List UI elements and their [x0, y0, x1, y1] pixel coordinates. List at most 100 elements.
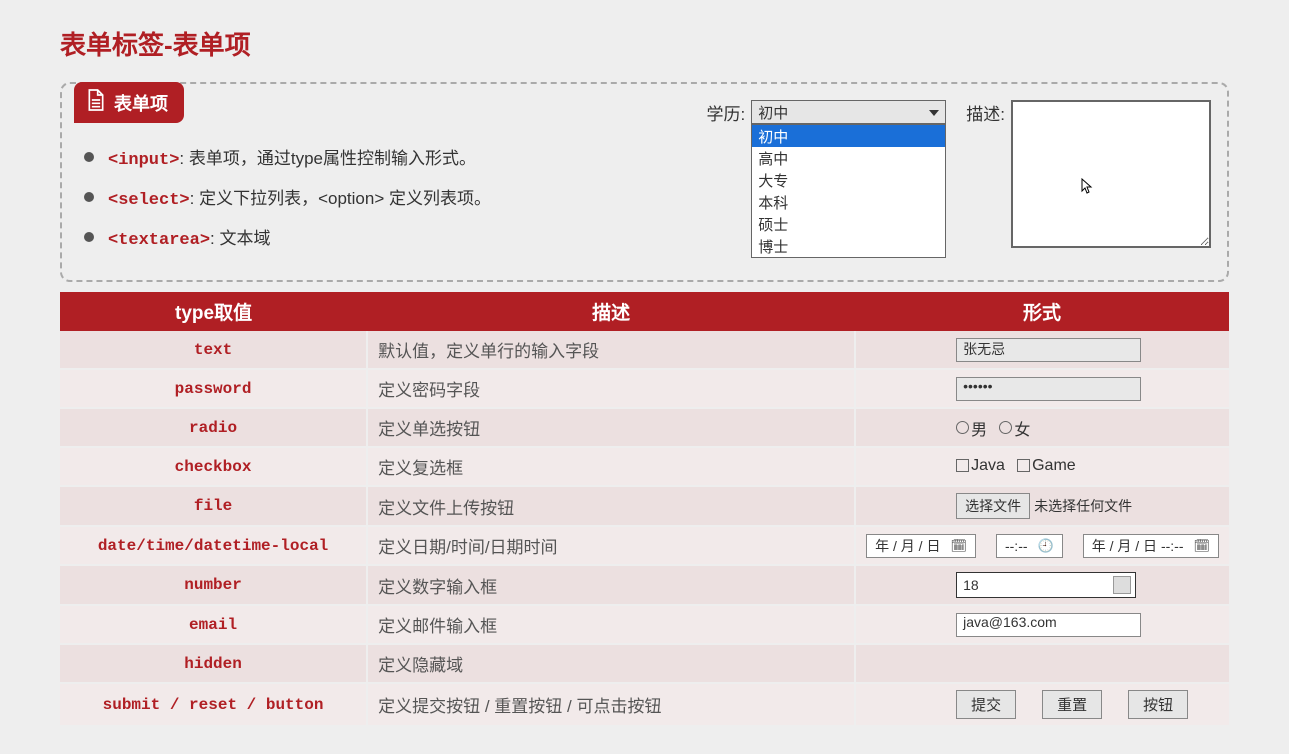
- datetime-input[interactable]: 年 / 月 / 日 --:--🗓: [1083, 534, 1219, 558]
- type-value: radio: [60, 408, 367, 447]
- checkbox-icon: [956, 459, 969, 472]
- page-title: 表单标签-表单项: [60, 25, 1229, 62]
- table-header-row: type取值 描述 形式: [60, 292, 1229, 331]
- info-panel: 表单项 <input>: 表单项，通过type属性控制输入形式。 <select…: [60, 82, 1229, 282]
- text-input[interactable]: 张无忌: [956, 338, 1141, 362]
- bullet-icon: [84, 152, 94, 162]
- types-table: type取值 描述 形式 text 默认值，定义单行的输入字段 张无忌 pass…: [60, 292, 1229, 727]
- type-value: text: [60, 331, 367, 369]
- dropdown-option[interactable]: 本科: [752, 191, 945, 213]
- type-value: email: [60, 605, 367, 644]
- calendar-icon: 🗓: [950, 538, 967, 554]
- type-sample: ••••••: [855, 369, 1229, 408]
- education-field: 学历: 初中 初中 高中 大专 本科 硕士 博士: [707, 100, 947, 125]
- table-row: password 定义密码字段 ••••••: [60, 369, 1229, 408]
- type-desc: 定义文件上传按钮: [367, 486, 855, 526]
- clock-icon: 🕘: [1038, 538, 1054, 554]
- table-row: number 定义数字输入框 18: [60, 565, 1229, 605]
- type-value: file: [60, 486, 367, 526]
- radio-option[interactable]: 女: [999, 416, 1030, 440]
- file-choose-button[interactable]: 选择文件: [956, 493, 1030, 519]
- radio-option[interactable]: 男: [956, 416, 987, 440]
- generic-button[interactable]: 按钮: [1128, 690, 1188, 719]
- type-value: password: [60, 369, 367, 408]
- list-item: <select>: 定义下拉列表，<option> 定义列表项。: [84, 184, 681, 210]
- type-sample: 提交 重置 按钮: [855, 683, 1229, 726]
- dropdown-option[interactable]: 博士: [752, 235, 945, 257]
- col-type: type取值: [60, 292, 367, 331]
- list-item: <input>: 表单项，通过type属性控制输入形式。: [84, 144, 681, 170]
- type-sample: 男 女: [855, 408, 1229, 447]
- checkbox-option[interactable]: Java: [956, 457, 1005, 475]
- checkbox-icon: [1017, 459, 1030, 472]
- bullet-icon: [84, 192, 94, 202]
- type-value: submit / reset / button: [60, 683, 367, 726]
- number-input[interactable]: 18: [956, 572, 1136, 598]
- submit-button[interactable]: 提交: [956, 690, 1016, 719]
- type-sample: 18: [855, 565, 1229, 605]
- dropdown-option[interactable]: 大专: [752, 169, 945, 191]
- table-row: email 定义邮件输入框 java@163.com: [60, 605, 1229, 644]
- type-desc: 默认值，定义单行的输入字段: [367, 331, 855, 369]
- list-item: <textarea>: 文本域: [84, 224, 681, 250]
- radio-icon: [956, 421, 969, 434]
- type-value: checkbox: [60, 447, 367, 486]
- description-textarea[interactable]: [1011, 100, 1211, 248]
- table-row: text 默认值，定义单行的输入字段 张无忌: [60, 331, 1229, 369]
- reset-button[interactable]: 重置: [1042, 690, 1102, 719]
- type-sample: [855, 644, 1229, 683]
- bullet-icon: [84, 232, 94, 242]
- type-sample: Java Game: [855, 447, 1229, 486]
- type-desc: 定义隐藏域: [367, 644, 855, 683]
- demo-form: 学历: 初中 初中 高中 大专 本科 硕士 博士 描述:: [707, 100, 1211, 264]
- type-value: hidden: [60, 644, 367, 683]
- type-sample: 年 / 月 / 日🗓 --:--🕘 年 / 月 / 日 --:--🗓: [855, 526, 1229, 565]
- type-desc: 定义提交按钮 / 重置按钮 / 可点击按钮: [367, 683, 855, 726]
- time-input[interactable]: --:--🕘: [996, 534, 1063, 558]
- type-desc: 定义复选框: [367, 447, 855, 486]
- col-form: 形式: [855, 292, 1229, 331]
- code-tag: <select>: [108, 191, 190, 210]
- type-desc: 定义单选按钮: [367, 408, 855, 447]
- table-row: file 定义文件上传按钮 选择文件 未选择任何文件: [60, 486, 1229, 526]
- type-desc: 定义密码字段: [367, 369, 855, 408]
- description-label: 描述:: [966, 100, 1005, 125]
- bullet-text: <textarea>: 文本域: [108, 224, 270, 250]
- dropdown-option[interactable]: 高中: [752, 147, 945, 169]
- table-row: checkbox 定义复选框 Java Game: [60, 447, 1229, 486]
- code-tag: <textarea>: [108, 231, 210, 250]
- radio-icon: [999, 421, 1012, 434]
- description-field: 描述:: [966, 100, 1211, 248]
- badge-label: 表单项: [114, 90, 168, 116]
- table-row: hidden 定义隐藏域: [60, 644, 1229, 683]
- bullet-list: <input>: 表单项，通过type属性控制输入形式。 <select>: 定…: [78, 130, 687, 264]
- code-tag: <input>: [108, 151, 179, 170]
- checkbox-option[interactable]: Game: [1017, 457, 1076, 475]
- email-input[interactable]: java@163.com: [956, 613, 1141, 637]
- type-sample: 张无忌: [855, 331, 1229, 369]
- file-status: 未选择任何文件: [1034, 496, 1132, 516]
- panel-badge: 表单项: [74, 82, 184, 123]
- education-select[interactable]: 初中: [751, 100, 946, 124]
- table-row: submit / reset / button 定义提交按钮 / 重置按钮 / …: [60, 683, 1229, 726]
- type-sample: 选择文件 未选择任何文件: [855, 486, 1229, 526]
- type-value: number: [60, 565, 367, 605]
- type-value: date/time/datetime-local: [60, 526, 367, 565]
- col-desc: 描述: [367, 292, 855, 331]
- calendar-icon: 🗓: [1193, 538, 1210, 554]
- type-desc: 定义数字输入框: [367, 565, 855, 605]
- type-sample: java@163.com: [855, 605, 1229, 644]
- education-label: 学历:: [707, 100, 746, 125]
- type-desc: 定义邮件输入框: [367, 605, 855, 644]
- bullet-text: <select>: 定义下拉列表，<option> 定义列表项。: [108, 184, 491, 210]
- table-row: radio 定义单选按钮 男 女: [60, 408, 1229, 447]
- education-dropdown: 初中 高中 大专 本科 硕士 博士: [751, 124, 946, 258]
- type-desc: 定义日期/时间/日期时间: [367, 526, 855, 565]
- dropdown-option[interactable]: 初中: [752, 125, 945, 147]
- document-icon: [86, 88, 106, 117]
- password-input[interactable]: ••••••: [956, 377, 1141, 401]
- dropdown-option[interactable]: 硕士: [752, 213, 945, 235]
- bullet-text: <input>: 表单项，通过type属性控制输入形式。: [108, 144, 476, 170]
- table-row: date/time/datetime-local 定义日期/时间/日期时间 年 …: [60, 526, 1229, 565]
- date-input[interactable]: 年 / 月 / 日🗓: [866, 534, 976, 558]
